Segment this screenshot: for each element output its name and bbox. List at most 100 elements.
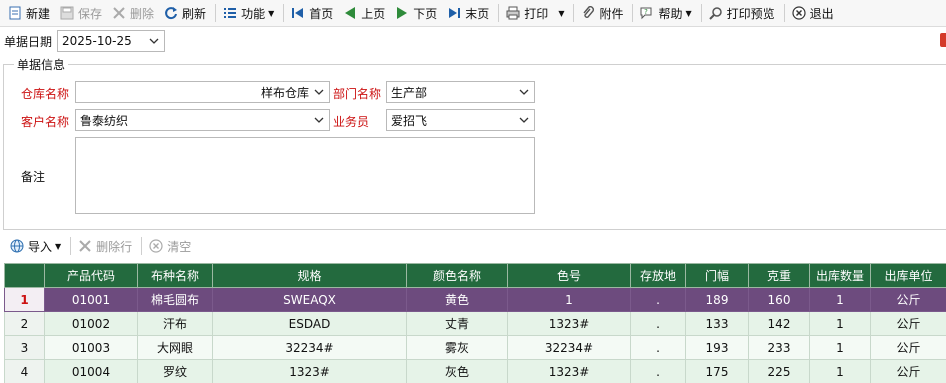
table-cell[interactable]: 丈青 [406, 311, 508, 336]
clear-button[interactable]: 清空 [145, 235, 194, 257]
new-label: 新建 [26, 6, 51, 21]
table-cell[interactable]: 公斤 [870, 335, 946, 360]
detail-grid: 产品代码 布种名称 规格 颜色名称 色号 存放地 门幅 克重 出库数量 出库单位… [4, 263, 946, 383]
next-page-button[interactable]: 下页 [391, 2, 440, 24]
last-page-button[interactable]: 末页 [443, 2, 492, 24]
column-header-color-code[interactable]: 色号 [507, 263, 631, 288]
refresh-icon [163, 5, 179, 21]
warehouse-select[interactable]: 样布仓库 [75, 81, 330, 103]
table-cell[interactable]: 175 [685, 359, 749, 383]
column-header-fabric-name[interactable]: 布种名称 [137, 263, 213, 288]
department-select[interactable]: 生产部 [386, 81, 535, 103]
chevron-down-icon[interactable] [517, 85, 531, 99]
table-cell[interactable]: SWEAQX [212, 287, 407, 312]
table-cell[interactable]: 01002 [44, 311, 138, 336]
salesman-select[interactable]: 爱招飞 [386, 109, 535, 131]
function-menu-button[interactable]: 功能 ▼ [219, 2, 277, 24]
table-cell[interactable]: 公斤 [870, 359, 946, 383]
table-cell[interactable]: 142 [748, 311, 810, 336]
help-button[interactable]: ? 帮助 ▼ [636, 2, 694, 24]
printer-icon [505, 5, 521, 21]
save-button[interactable]: 保存 [56, 2, 105, 24]
exit-circle-x-icon [791, 5, 807, 21]
delete-row-button[interactable]: 删除行 [74, 235, 135, 257]
table-cell[interactable]: 棉毛圆布 [137, 287, 213, 312]
column-header-width[interactable]: 门幅 [685, 263, 749, 288]
table-cell[interactable]: 1323# [507, 311, 631, 336]
table-cell[interactable]: 160 [748, 287, 810, 312]
table-cell[interactable]: . [630, 335, 686, 360]
row-number-cell[interactable]: 3 [4, 335, 45, 360]
table-cell[interactable]: 雾灰 [406, 335, 508, 360]
table-cell[interactable]: 黄色 [406, 287, 508, 312]
table-cell[interactable]: 大网眼 [137, 335, 213, 360]
table-cell[interactable]: 1 [809, 359, 871, 383]
new-button[interactable]: 新建 [4, 2, 53, 24]
column-header-weight[interactable]: 克重 [748, 263, 810, 288]
table-cell[interactable]: 1 [809, 335, 871, 360]
table-cell[interactable]: 汗布 [137, 311, 213, 336]
table-row[interactable]: 2 01002 汗布 ESDAD 丈青 1323# . 133 142 1 公斤 [4, 311, 946, 336]
table-cell[interactable]: 225 [748, 359, 810, 383]
table-cell[interactable]: 32234# [507, 335, 631, 360]
column-header-product-code[interactable]: 产品代码 [44, 263, 138, 288]
table-cell[interactable]: 罗纹 [137, 359, 213, 383]
table-cell[interactable]: 189 [685, 287, 749, 312]
chevron-down-icon[interactable] [312, 113, 326, 127]
column-header-spec[interactable]: 规格 [212, 263, 407, 288]
table-cell[interactable]: 32234# [212, 335, 407, 360]
delete-button[interactable]: 删除 [108, 2, 157, 24]
chevron-down-icon[interactable] [312, 85, 326, 99]
chevron-down-icon[interactable] [517, 113, 531, 127]
print-button[interactable]: 打印 ▼ [502, 2, 567, 24]
table-cell[interactable]: 1 [809, 311, 871, 336]
customer-select[interactable]: 鲁泰纺织 [75, 109, 330, 131]
row-number-cell[interactable]: 1 [4, 287, 45, 312]
table-cell[interactable]: 133 [685, 311, 749, 336]
exit-button[interactable]: 退出 [788, 2, 837, 24]
remark-textarea[interactable] [75, 137, 535, 214]
table-cell[interactable]: 193 [685, 335, 749, 360]
table-cell[interactable]: 01003 [44, 335, 138, 360]
table-cell[interactable]: 公斤 [870, 287, 946, 312]
table-cell[interactable]: 1 [809, 287, 871, 312]
table-cell[interactable]: 233 [748, 335, 810, 360]
table-row[interactable]: 3 01003 大网眼 32234# 雾灰 32234# . 193 233 1… [4, 335, 946, 360]
last-label: 末页 [465, 6, 490, 21]
table-row[interactable]: 1 01001 棉毛圆布 SWEAQX 黄色 1 . 189 160 1 公斤 [4, 287, 946, 312]
table-cell[interactable]: . [630, 359, 686, 383]
chevron-down-icon: ▼ [268, 8, 275, 18]
delete-x-icon [111, 5, 127, 21]
salesman-label: 业务员 [333, 115, 370, 129]
column-header-rownum[interactable] [4, 263, 45, 288]
attachment-button[interactable]: 附件 [577, 2, 626, 24]
refresh-button[interactable]: 刷新 [160, 2, 209, 24]
date-picker[interactable]: 2025-10-25 [57, 30, 165, 52]
column-header-quantity[interactable]: 出库数量 [809, 263, 871, 288]
print-preview-button[interactable]: 打印预览 [705, 2, 778, 24]
table-cell[interactable]: 灰色 [406, 359, 508, 383]
salesman-value: 爱招飞 [391, 113, 428, 128]
table-cell[interactable]: . [630, 311, 686, 336]
first-page-button[interactable]: 首页 [287, 2, 336, 24]
import-button[interactable]: 导入 ▼ [6, 235, 64, 257]
table-cell[interactable]: 1323# [212, 359, 407, 383]
toolbar-separator [700, 4, 702, 22]
table-cell[interactable]: 01004 [44, 359, 138, 383]
import-label: 导入 [28, 239, 53, 254]
table-cell[interactable]: 1 [507, 287, 631, 312]
table-cell[interactable]: ESDAD [212, 311, 407, 336]
column-header-unit[interactable]: 出库单位 [870, 263, 946, 288]
table-row[interactable]: 4 01004 罗纹 1323# 灰色 1323# . 175 225 1 公斤 [4, 359, 946, 383]
column-header-location[interactable]: 存放地 [630, 263, 686, 288]
chevron-down-icon: ▼ [55, 241, 62, 251]
row-number-cell[interactable]: 4 [4, 359, 45, 383]
chevron-down-icon[interactable] [147, 34, 161, 48]
table-cell[interactable]: 公斤 [870, 311, 946, 336]
column-header-color-name[interactable]: 颜色名称 [406, 263, 508, 288]
table-cell[interactable]: 01001 [44, 287, 138, 312]
prev-page-button[interactable]: 上页 [339, 2, 388, 24]
row-number-cell[interactable]: 2 [4, 311, 45, 336]
table-cell[interactable]: 1323# [507, 359, 631, 383]
table-cell[interactable]: . [630, 287, 686, 312]
